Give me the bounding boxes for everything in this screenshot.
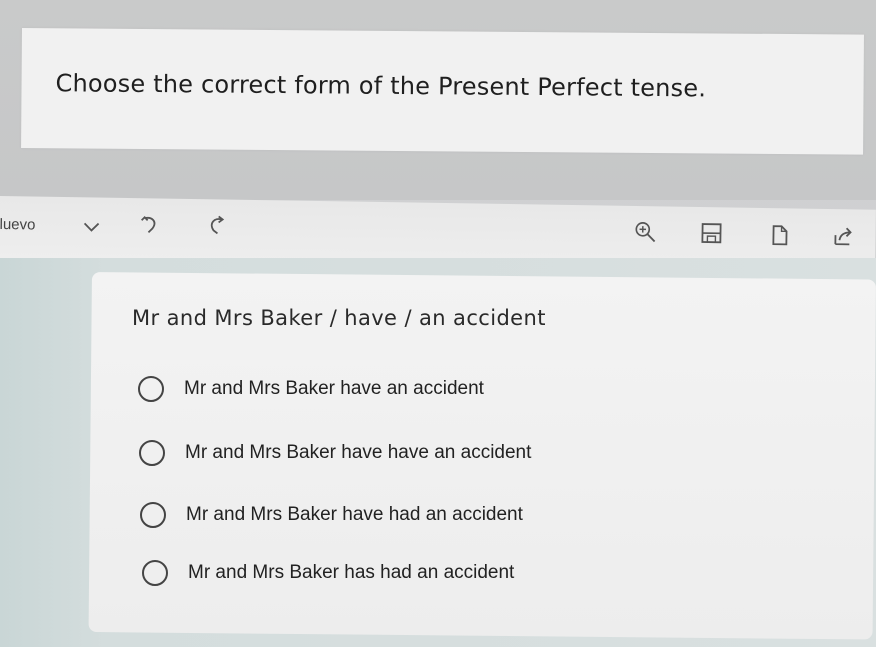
- copy-icon[interactable]: [767, 223, 791, 247]
- answer-option-label: Mr and Mrs Baker have had an accident: [186, 504, 523, 525]
- answer-option-2[interactable]: Mr and Mrs Baker have have an accident: [139, 440, 531, 466]
- answer-option-4[interactable]: Mr and Mrs Baker has had an accident: [142, 560, 514, 586]
- answer-option-label: Mr and Mrs Baker have have an accident: [185, 442, 532, 463]
- answer-option-3[interactable]: Mr and Mrs Baker have had an accident: [140, 502, 523, 528]
- radio-button[interactable]: [142, 560, 168, 586]
- answer-option-1[interactable]: Mr and Mrs Baker have an accident: [138, 376, 484, 402]
- question-prompt: Mr and Mrs Baker / have / an accident: [132, 306, 546, 330]
- chevron-down-icon[interactable]: [79, 214, 103, 238]
- zoom-in-icon[interactable]: [633, 220, 657, 244]
- save-icon[interactable]: [699, 221, 723, 245]
- undo-icon[interactable]: [137, 212, 161, 236]
- radio-button[interactable]: [139, 440, 165, 466]
- radio-button[interactable]: [138, 376, 164, 402]
- answer-option-label: Mr and Mrs Baker has had an accident: [188, 562, 515, 583]
- answer-option-label: Mr and Mrs Baker have an accident: [184, 378, 484, 399]
- radio-button[interactable]: [140, 502, 166, 528]
- instruction-card: Choose the correct form of the Present P…: [21, 28, 864, 155]
- share-icon[interactable]: [831, 224, 855, 248]
- instruction-text: Choose the correct form of the Present P…: [55, 69, 707, 103]
- toolbar-file-label[interactable]: luevo: [0, 216, 36, 234]
- redo-icon[interactable]: [204, 213, 228, 237]
